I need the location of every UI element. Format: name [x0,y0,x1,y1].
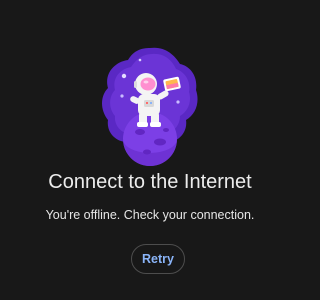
astronaut-on-planet-icon [102,47,198,166]
offline-message: You're offline. Check your connection. [45,208,255,222]
page-title: Connect to the Internet [48,171,252,193]
offline-page: Connect to the Internet You're offline. … [0,0,300,300]
retry-button[interactable]: Retry [131,244,185,274]
